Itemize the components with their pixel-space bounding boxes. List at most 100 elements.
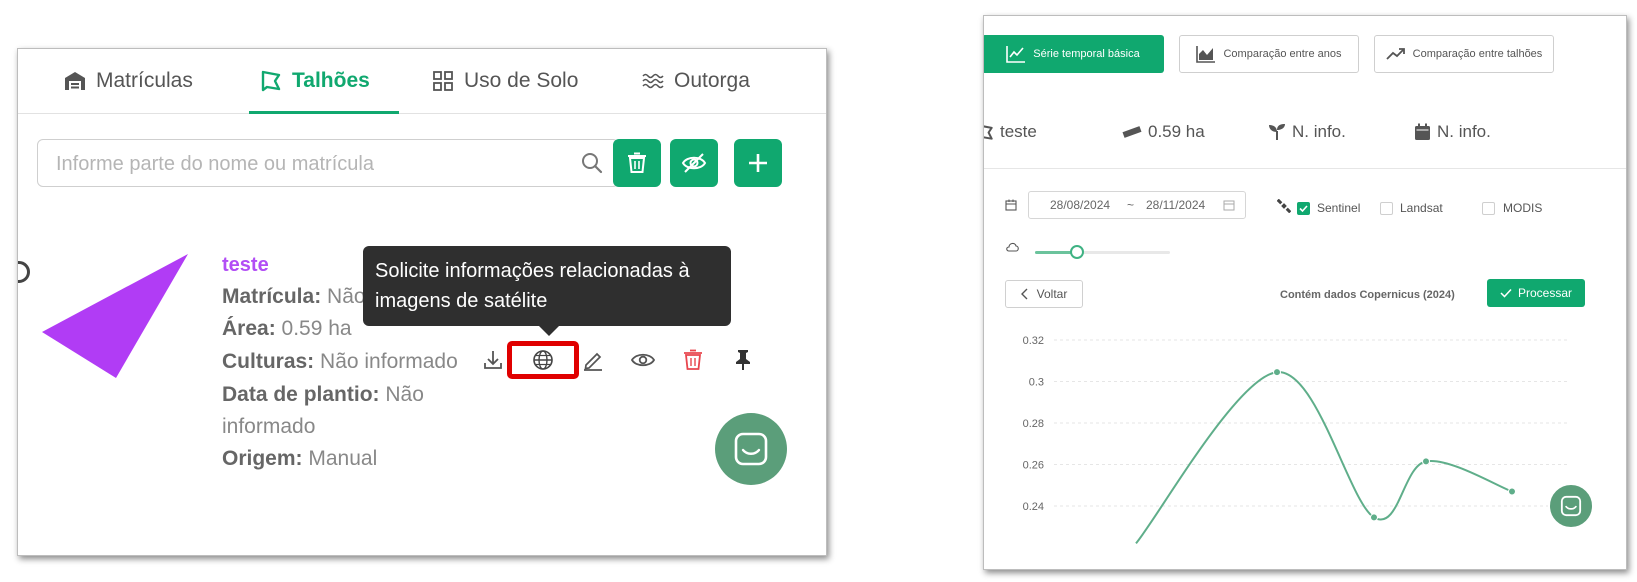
search-box: [37, 139, 619, 188]
date-range-picker[interactable]: 28/08/2024 ~ 28/11/2024: [1028, 191, 1246, 219]
stat-crop: N. info.: [1268, 122, 1346, 142]
download-button[interactable]: [478, 345, 508, 375]
checkmark-icon: [1299, 205, 1308, 213]
chat-button[interactable]: [1548, 483, 1594, 529]
cloud-slider-fill: [1035, 251, 1075, 254]
pin-icon: [736, 350, 750, 370]
button-label: Comparação entre anos: [1223, 48, 1342, 60]
sprout-icon: [1269, 124, 1285, 140]
plantio-value: Não: [385, 383, 424, 406]
modis-label: MODIS: [1503, 201, 1543, 215]
plot-area: Área: 0.59 ha: [222, 313, 352, 345]
satellite-icon: [1277, 199, 1291, 213]
stat-date: N. info.: [1414, 122, 1491, 142]
tab-matriculas[interactable]: Matrículas: [64, 49, 193, 113]
landsat-label: Landsat: [1400, 201, 1443, 215]
tab-uso-de-solo[interactable]: Uso de Solo: [432, 49, 578, 113]
trend-up-icon: [1386, 48, 1405, 60]
modis-checkbox[interactable]: [1482, 202, 1495, 215]
origem-value: Manual: [308, 447, 378, 470]
tab-label: Talhões: [292, 69, 370, 92]
highlight-box: [507, 341, 579, 379]
map-plot-icon: [260, 70, 282, 92]
pin-button[interactable]: [728, 345, 758, 375]
plantio-value-cont: informado: [222, 415, 316, 438]
chat-icon: [734, 432, 768, 466]
matricula-label: Matrícula:: [222, 285, 322, 308]
matricula-value: Não: [327, 285, 366, 308]
back-label: Voltar: [1036, 287, 1068, 301]
series-line: [1135, 371, 1513, 544]
ruler-icon: [1122, 126, 1142, 138]
landsat-checkbox[interactable]: [1380, 202, 1393, 215]
compare-plots-button[interactable]: Comparação entre talhões: [1374, 35, 1554, 73]
chat-icon: [1560, 495, 1582, 517]
tab-label: Uso de Solo: [464, 69, 579, 92]
view-button[interactable]: [628, 345, 658, 375]
search-input[interactable]: [54, 140, 558, 188]
plus-icon: [749, 154, 767, 172]
stat-crop-value: N. info.: [1292, 122, 1346, 141]
delete-plot-button[interactable]: [678, 345, 708, 375]
ndvi-line-chart: 0.32 0.3 0.28 0.26 0.24: [1023, 335, 1569, 544]
y-tick-label: 0.28: [1023, 418, 1044, 430]
chevron-left-icon: [1020, 288, 1028, 300]
data-point[interactable]: [1273, 368, 1281, 377]
tab-talhoes[interactable]: Talhões: [260, 49, 370, 113]
talhoes-panel: Matrículas Talhões Uso de Solo Outorga I…: [17, 48, 827, 556]
stat-area: 0.59 ha: [1122, 122, 1205, 142]
chat-button[interactable]: [715, 413, 787, 485]
y-tick-label: 0.3: [1029, 377, 1044, 389]
plot-name[interactable]: teste: [222, 254, 269, 277]
calendar-icon: [1415, 123, 1430, 140]
stat-area-value: 0.59 ha: [1148, 122, 1205, 141]
calendar-icon: [1223, 200, 1235, 211]
button-label: Comparação entre talhões: [1412, 48, 1543, 60]
tooltip-line-2: imagens de satélite: [375, 290, 548, 312]
map-plot-icon: [984, 124, 993, 140]
area-label: Área:: [222, 317, 276, 340]
scroll-handle[interactable]: [18, 261, 30, 283]
edit-button[interactable]: [578, 345, 608, 375]
process-label: Processar: [1517, 286, 1573, 300]
add-plot-button[interactable]: [734, 139, 782, 187]
data-point[interactable]: [1508, 487, 1516, 496]
calendar-icon: [1005, 199, 1017, 211]
plot-shape-thumbnail[interactable]: [40, 254, 190, 382]
warehouse-icon: [64, 70, 86, 92]
process-button[interactable]: Processar: [1487, 279, 1585, 307]
pencil-icon: [584, 352, 602, 371]
area-value: 0.59 ha: [281, 317, 352, 340]
tab-bar: Matrículas Talhões Uso de Solo Outorga: [18, 49, 826, 114]
cloud-icon: [1006, 242, 1019, 252]
origem-label: Origem:: [222, 447, 303, 470]
satellite-tooltip: Solicite informações relacionadas à imag…: [363, 246, 731, 336]
tab-label: Matrículas: [96, 69, 193, 92]
tab-outorga[interactable]: Outorga: [642, 49, 750, 113]
data-point[interactable]: [1370, 513, 1378, 522]
plot-origem: Origem: Manual: [222, 443, 377, 475]
date-end[interactable]: 28/11/2024: [1146, 198, 1205, 212]
delete-selected-button[interactable]: [613, 139, 661, 187]
compare-years-button[interactable]: Comparação entre anos: [1179, 35, 1359, 73]
trash-icon: [684, 349, 702, 370]
hide-plots-button[interactable]: [670, 139, 718, 187]
plot-data-plantio-cont: informado: [222, 411, 315, 443]
date-start[interactable]: 28/08/2024: [1050, 198, 1110, 212]
search-icon[interactable]: [580, 151, 604, 180]
area-chart-icon: [1196, 46, 1216, 63]
back-button[interactable]: Voltar: [1005, 280, 1083, 308]
water-waves-icon: [642, 70, 664, 92]
basic-time-series-button[interactable]: Série temporal básica: [984, 35, 1164, 73]
trash-icon: [628, 152, 646, 173]
stat-plot-name: teste: [984, 122, 1037, 142]
sentinel-checkbox[interactable]: [1297, 202, 1310, 215]
download-icon: [484, 351, 502, 369]
tab-label: Outorga: [674, 69, 750, 92]
check-icon: [1500, 288, 1512, 298]
culturas-label: Culturas:: [222, 350, 315, 373]
plot-culturas: Culturas: Não informado: [222, 346, 458, 378]
divider: [984, 168, 1626, 169]
cloud-slider-handle[interactable]: [1070, 245, 1084, 259]
data-point[interactable]: [1422, 457, 1430, 466]
